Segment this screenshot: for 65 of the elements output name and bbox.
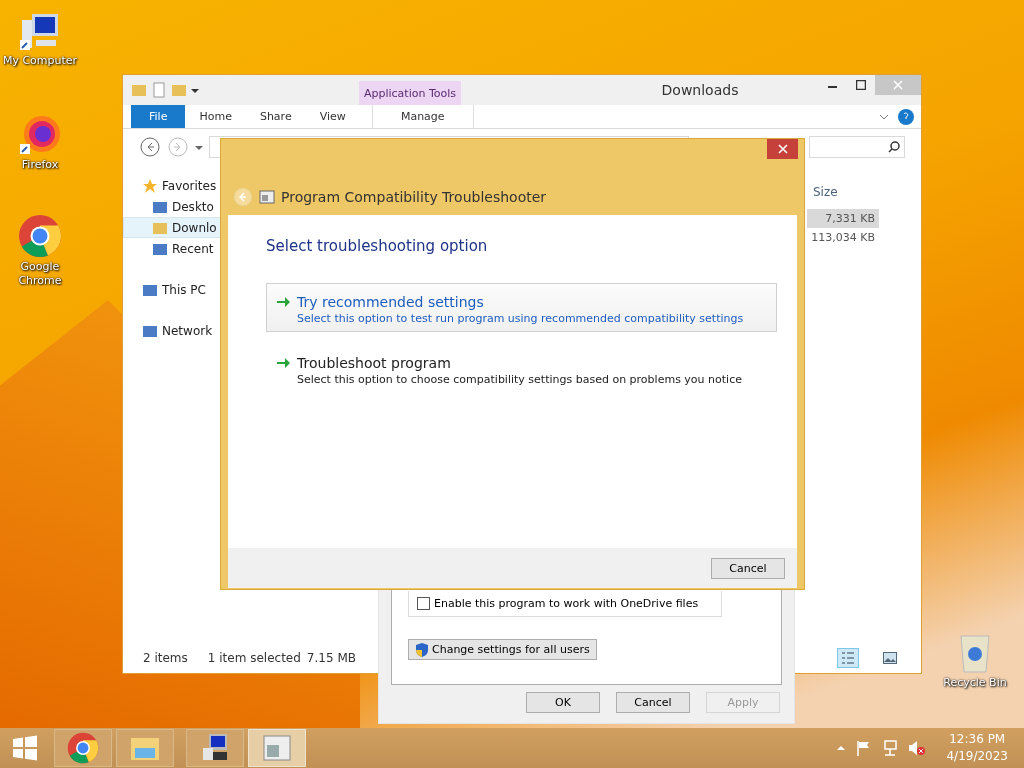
dialog-title: Program Compatibility Troubleshooter [281, 189, 547, 205]
list-icon [841, 651, 855, 665]
file-tab[interactable]: File [131, 105, 186, 128]
option-link[interactable]: Try recommended settings Select this option to test run program using recommended compatibility settings [266, 283, 777, 332]
nav-label: Network [162, 323, 213, 338]
chrome-logo-icon [18, 214, 62, 258]
column-header[interactable]: Size [807, 181, 879, 203]
properties-icon [151, 82, 167, 98]
nav-label: Recent [172, 241, 214, 256]
size-cell[interactable]: 7,331 KB [807, 209, 879, 228]
nav-item[interactable]: Network [123, 320, 223, 341]
option-description: Select this option to test run program using recommended compatibility settings [297, 312, 744, 325]
forward-icon [167, 136, 189, 158]
dropdown-icon [195, 143, 203, 151]
close-button[interactable] [767, 139, 798, 159]
taskbar-button[interactable] [186, 729, 244, 767]
checkbox[interactable] [417, 597, 430, 610]
shield-icon [415, 641, 429, 658]
status-text: 2 items [143, 651, 188, 665]
arrow-icon [275, 294, 291, 310]
checkbox-label: Enable this program to work with OneDrive files [434, 597, 699, 610]
search-icon [888, 141, 900, 153]
close-icon [893, 80, 903, 90]
chevron-down-icon [879, 113, 889, 120]
nav-item[interactable]: This PC [123, 279, 223, 300]
back-icon [233, 187, 253, 207]
option-description: Select this option to choose compatibility settings based on problems you notice [297, 373, 742, 386]
contextual-tab-header: Application Tools [359, 81, 461, 105]
dialog-button[interactable]: OK [526, 692, 600, 713]
star-icon [142, 177, 158, 194]
search-field[interactable] [809, 136, 905, 158]
nav-item[interactable]: Deskto [123, 196, 223, 217]
option-link[interactable]: Troubleshoot program Select this option to choose compatibility settings based on problems you notice [266, 344, 777, 393]
speaker-muted-icon [908, 740, 927, 756]
chrome-logo-icon [67, 732, 99, 764]
troubleshooter-icon [261, 733, 293, 763]
arrow-icon [275, 355, 291, 371]
cancel-button[interactable]: Cancel [711, 557, 785, 579]
details-view-button[interactable] [837, 648, 859, 668]
nav-item[interactable]: Recent [123, 238, 223, 259]
size-cell[interactable]: 113,034 KB [807, 228, 879, 247]
nav-item[interactable]: Downlo [123, 217, 223, 238]
close-icon [777, 144, 788, 154]
show-hidden-icons-icon [836, 743, 847, 753]
dropdown-icon [191, 86, 199, 94]
section-heading: Select troubleshooting option [266, 237, 489, 255]
windows-logo-icon [12, 735, 38, 761]
nav-item[interactable]: Favorites [123, 175, 223, 196]
change-settings-button[interactable]: Change settings for all users [408, 639, 597, 660]
nav-label: This PC [162, 282, 206, 297]
nav-label: Deskto [172, 199, 214, 214]
troubleshooter-icon [259, 189, 275, 205]
dialog-button[interactable]: Cancel [616, 692, 690, 713]
nav-label: Downlo [172, 220, 217, 235]
folder-icon [171, 82, 187, 98]
folder-icon [131, 82, 147, 98]
window-title: Downloads [660, 81, 740, 100]
back-icon [139, 136, 161, 158]
picture-icon [883, 652, 897, 664]
maximize-icon [856, 80, 866, 90]
option-title: Troubleshoot program [297, 355, 452, 371]
nav-label: Favorites [162, 178, 217, 193]
status-text: 1 item selected [207, 651, 301, 665]
option-title: Try recommended settings [297, 294, 485, 310]
status-text: 7.15 MB [306, 651, 356, 665]
